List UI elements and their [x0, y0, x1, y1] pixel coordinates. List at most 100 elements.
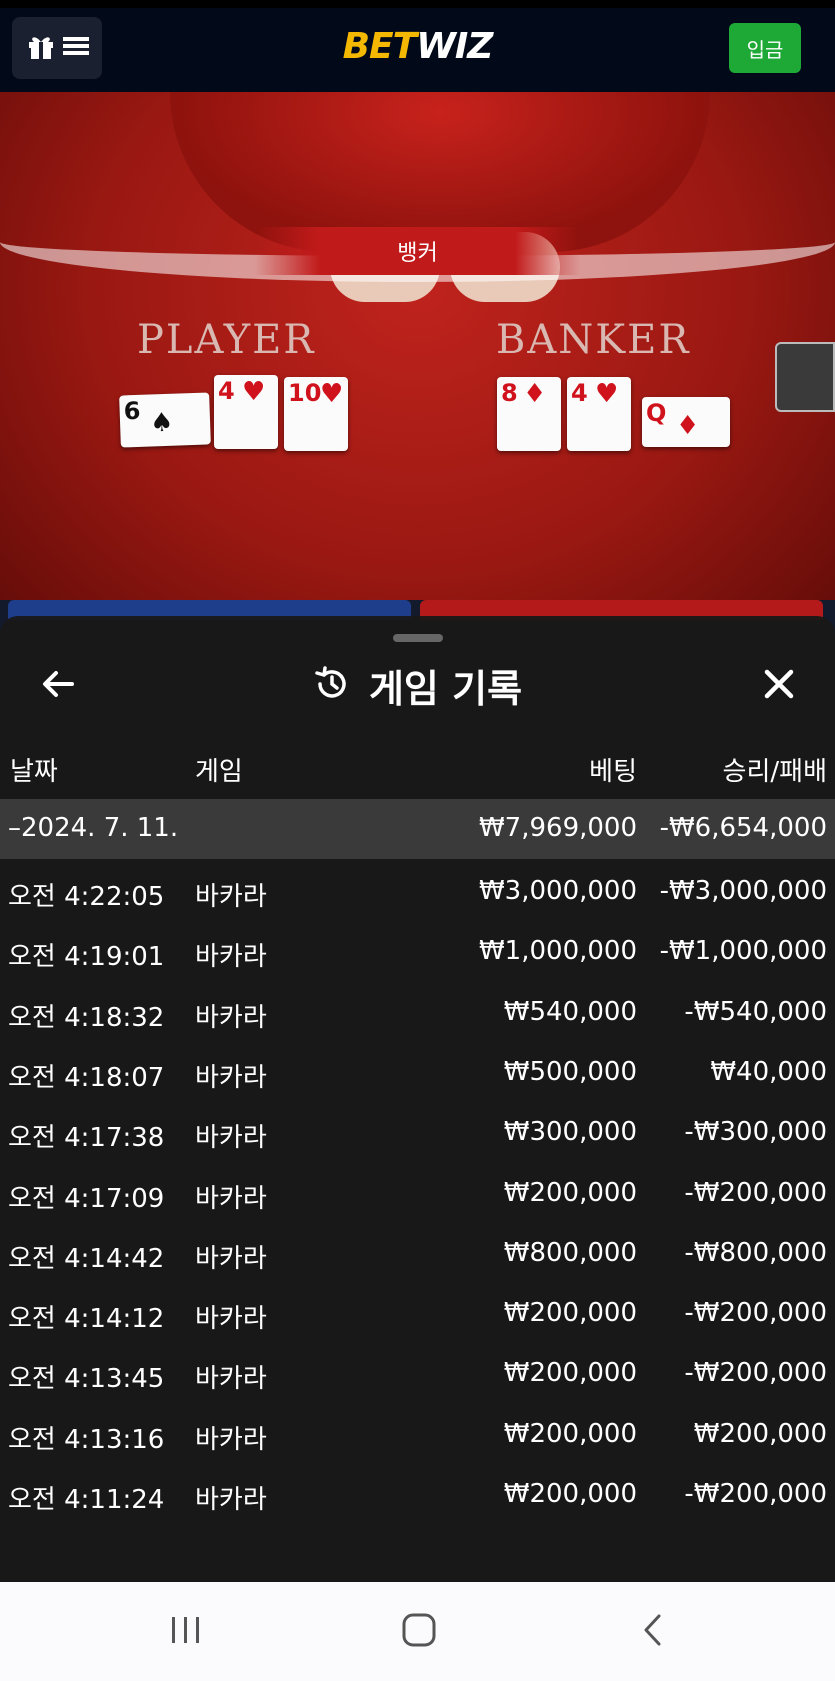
- system-back-button[interactable]: [624, 1610, 684, 1654]
- logo-part-wiz: WIZ: [416, 26, 493, 67]
- history-row[interactable]: 오전 4:22:05 바카라 ₩3,000,000 -₩3,000,000: [0, 862, 835, 922]
- diamond-icon: ♦: [676, 411, 700, 441]
- recent-apps-icon: [169, 1613, 203, 1651]
- group-bet-total: ₩7,969,000: [478, 813, 637, 843]
- top-bar: BETWIZ 입금: [0, 8, 835, 92]
- history-row[interactable]: 오전 4:18:32 바카라 ₩540,000 -₩540,000: [0, 983, 835, 1043]
- row-bet: ₩3,000,000: [478, 876, 637, 906]
- row-result: -₩200,000: [684, 1479, 827, 1509]
- row-game: 바카라: [195, 1304, 267, 1335]
- row-game: 바카라: [195, 1183, 267, 1214]
- row-bet: ₩200,000: [503, 1418, 637, 1449]
- back-icon: [637, 1613, 671, 1651]
- row-result: -₩300,000: [684, 1117, 827, 1148]
- player-card-2: 4 ♥: [214, 375, 278, 449]
- row-time: 오전 4:11:24: [8, 1485, 165, 1515]
- row-result: ₩40,000: [710, 1056, 827, 1087]
- row-bet: ₩500,000: [503, 1056, 637, 1087]
- column-header-result[interactable]: 승리/패배: [723, 751, 827, 788]
- panel-title: 게임 기록: [368, 667, 523, 711]
- row-time: 오전 4:13:16: [8, 1424, 165, 1455]
- date-group-row[interactable]: –2024. 7. 11. ₩7,969,000 -₩6,654,000: [0, 799, 835, 859]
- history-row[interactable]: 오전 4:17:38 바카라 ₩300,000 -₩300,000: [0, 1103, 835, 1163]
- row-result: -₩200,000: [684, 1358, 827, 1389]
- history-row[interactable]: 오전 4:19:01 바카라 ₩1,000,000 -₩1,000,000: [0, 922, 835, 982]
- row-bet: ₩200,000: [503, 1479, 637, 1509]
- drag-handle[interactable]: [393, 634, 443, 642]
- row-bet: ₩200,000: [503, 1298, 637, 1329]
- history-icon: [313, 665, 351, 707]
- close-button[interactable]: [759, 664, 799, 704]
- row-bet: ₩540,000: [503, 996, 637, 1027]
- heart-icon: ♥: [595, 379, 619, 409]
- heart-icon: ♥: [242, 377, 266, 407]
- banker-card-2: 4 ♥: [567, 377, 631, 451]
- deposit-button[interactable]: 입금: [729, 23, 801, 73]
- close-icon: [759, 669, 799, 708]
- row-game: 바카라: [195, 882, 267, 912]
- heart-icon: ♥: [320, 379, 344, 409]
- banker-card-3: Q ♦: [642, 397, 730, 447]
- row-time: 오전 4:22:05: [8, 882, 165, 912]
- row-time: 오전 4:14:12: [8, 1304, 165, 1335]
- row-bet: ₩200,000: [503, 1177, 637, 1208]
- card-rank: 8: [501, 379, 518, 407]
- status-strip: [0, 0, 835, 8]
- panel-header: 게임 기록: [0, 658, 835, 713]
- recent-apps-button[interactable]: [156, 1610, 216, 1654]
- row-game: 바카라: [195, 1364, 267, 1395]
- card-rank: 4: [571, 379, 588, 407]
- banker-side-label: BANKER: [496, 317, 691, 363]
- row-result: -₩540,000: [684, 996, 827, 1027]
- row-game: 바카라: [195, 1062, 267, 1093]
- row-time: 오전 4:18:32: [8, 1002, 165, 1033]
- row-time: 오전 4:17:38: [8, 1123, 165, 1154]
- row-game: 바카라: [195, 1424, 267, 1455]
- column-header-game[interactable]: 게임: [195, 751, 243, 788]
- row-result: -₩800,000: [684, 1237, 827, 1268]
- history-row[interactable]: 오전 4:18:07 바카라 ₩500,000 ₩40,000: [0, 1043, 835, 1103]
- row-result: -₩200,000: [684, 1298, 827, 1329]
- card-rank: 4: [218, 377, 235, 405]
- row-time: 오전 4:14:42: [8, 1243, 165, 1274]
- row-time: 오전 4:13:45: [8, 1364, 165, 1395]
- column-header-bet[interactable]: 베팅: [589, 751, 637, 788]
- row-game: 바카라: [195, 1002, 267, 1033]
- home-icon: [401, 1612, 437, 1652]
- card-rank: 10: [288, 379, 322, 407]
- column-header-date[interactable]: 날짜: [10, 751, 58, 788]
- history-row[interactable]: 오전 4:14:12 바카라 ₩200,000 -₩200,000: [0, 1284, 835, 1344]
- player-card-1: 6 ♠: [119, 392, 211, 448]
- row-bet: ₩800,000: [503, 1237, 637, 1268]
- card-rank: Q: [646, 399, 667, 427]
- group-result-total: -₩6,654,000: [659, 813, 827, 843]
- history-row[interactable]: 오전 4:13:16 바카라 ₩200,000 ₩200,000: [0, 1405, 835, 1465]
- banker-card-1: 8 ♦: [497, 377, 561, 451]
- home-button[interactable]: [389, 1610, 449, 1654]
- round-result-banner: 뱅커: [255, 227, 580, 275]
- row-game: 바카라: [195, 1243, 267, 1274]
- card-rank: 6: [123, 396, 141, 426]
- system-nav-bar: [0, 1582, 835, 1681]
- row-result: -₩3,000,000: [659, 876, 827, 906]
- row-time: 오전 4:17:09: [8, 1183, 165, 1214]
- player-side-label: PLAYER: [137, 317, 316, 363]
- row-game: 바카라: [195, 942, 267, 973]
- game-history-panel: 게임 기록 날짜 게임 베팅 승리/패배 –2024. 7. 11. ₩7,96…: [0, 616, 835, 1582]
- history-row[interactable]: 오전 4:14:42 바카라 ₩800,000 -₩800,000: [0, 1224, 835, 1284]
- logo-part-bet: BET: [342, 26, 418, 67]
- diamond-icon: ♦: [523, 379, 547, 409]
- row-bet: ₩1,000,000: [478, 936, 637, 967]
- row-time: 오전 4:19:01: [8, 942, 165, 973]
- row-result: ₩200,000: [693, 1418, 827, 1449]
- history-row[interactable]: 오전 4:17:09 바카라 ₩200,000 -₩200,000: [0, 1164, 835, 1224]
- history-row[interactable]: 오전 4:13:45 바카라 ₩200,000 -₩200,000: [0, 1344, 835, 1404]
- row-time: 오전 4:18:07: [8, 1062, 165, 1093]
- brand-logo[interactable]: BETWIZ: [0, 26, 835, 67]
- history-row[interactable]: 오전 4:11:24 바카라 ₩200,000 -₩200,000: [0, 1465, 835, 1525]
- live-table-video: 뱅커 PLAYER BANKER 6 ♠ 4 ♥ 10 ♥ 8 ♦ 4 ♥ Q …: [0, 92, 835, 652]
- card-shoe: [775, 342, 835, 412]
- spade-icon: ♠: [149, 407, 174, 439]
- row-result: -₩1,000,000: [659, 936, 827, 967]
- row-result: -₩200,000: [684, 1177, 827, 1208]
